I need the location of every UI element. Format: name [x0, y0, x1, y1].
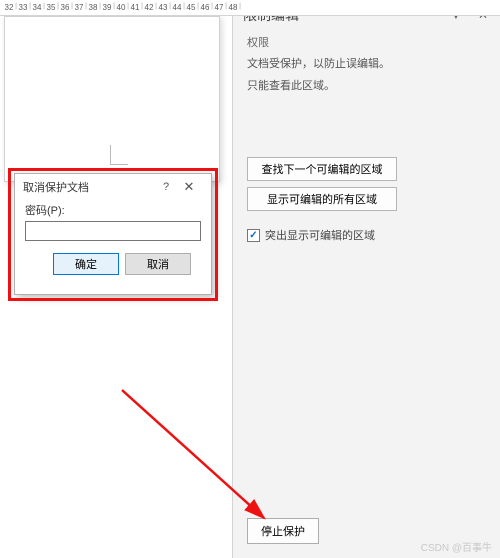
permissions-heading: 权限 — [247, 34, 486, 50]
ruler-tick: 41 — [128, 3, 142, 12]
ruler-tick: 34 — [30, 3, 44, 12]
ruler-tick: 42 — [142, 3, 156, 12]
close-icon[interactable]: ✕ — [175, 177, 203, 197]
ruler-tick: 39 — [100, 3, 114, 12]
show-all-regions-button[interactable]: 显示可编辑的所有区域 — [247, 187, 397, 211]
crop-mark-icon — [110, 145, 128, 165]
dialog-titlebar: 取消保护文档 ? ✕ — [15, 174, 211, 200]
find-next-region-button[interactable]: 查找下一个可编辑的区域 — [247, 157, 397, 181]
ruler-tick: 37 — [72, 3, 86, 12]
ruler-tick: 38 — [86, 3, 100, 12]
ruler-tick: 35 — [44, 3, 58, 12]
restrict-editing-pane: 限制编辑 ▼ ✕ 权限 文档受保护，以防止误编辑。 只能查看此区域。 查找下一个… — [232, 0, 500, 558]
horizontal-ruler: 3233343536373839404142434445464748 — [0, 0, 500, 16]
cancel-button[interactable]: 取消 — [125, 253, 191, 275]
highlight-regions-checkbox-row[interactable]: ✓ 突出显示可编辑的区域 — [247, 227, 486, 243]
watermark-text: CSDN @百事牛 — [421, 539, 492, 554]
ruler-tick: 45 — [184, 3, 198, 12]
dialog-title-text: 取消保护文档 — [23, 179, 157, 195]
ok-button[interactable]: 确定 — [53, 253, 119, 275]
ruler-tick: 44 — [170, 3, 184, 12]
ruler-tick: 48 — [226, 3, 240, 12]
checkbox-checked-icon[interactable]: ✓ — [247, 229, 260, 242]
ruler-tick: 46 — [198, 3, 212, 12]
protection-text-1: 文档受保护，以防止误编辑。 — [247, 56, 486, 74]
unprotect-document-dialog: 取消保护文档 ? ✕ 密码(P): 确定 取消 — [14, 173, 212, 295]
highlight-regions-label: 突出显示可编辑的区域 — [265, 227, 375, 243]
password-label: 密码(P): — [25, 202, 201, 218]
ruler-tick: 43 — [156, 3, 170, 12]
ruler-tick: 47 — [212, 3, 226, 12]
stop-protection-button[interactable]: 停止保护 — [247, 518, 319, 544]
protection-text-2: 只能查看此区域。 — [247, 78, 486, 96]
ruler-tick: 36 — [58, 3, 72, 12]
ruler-tick: 40 — [114, 3, 128, 12]
ruler-tick: 33 — [16, 3, 30, 12]
password-input[interactable] — [25, 221, 201, 241]
ruler-tick: 32 — [2, 3, 16, 12]
help-icon[interactable]: ? — [157, 181, 175, 193]
document-page — [4, 16, 220, 182]
